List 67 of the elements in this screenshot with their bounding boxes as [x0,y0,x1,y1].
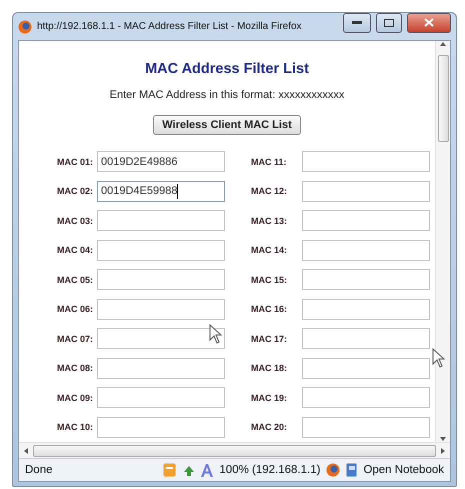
mac-input-field[interactable] [302,328,430,349]
wireless-client-list-button[interactable]: Wireless Client MAC List [153,115,301,135]
field-label: MAC 05: [57,274,94,284]
note-icon[interactable] [163,463,176,477]
mac-input-field[interactable] [302,269,430,290]
scroll-right-icon[interactable] [440,448,446,454]
mac-input-field[interactable] [302,416,430,438]
mac-input-field[interactable] [97,240,225,260]
field-label: MAC 15: [251,274,288,284]
mouse-pointer-icon [209,324,222,344]
status-text: Done [25,464,54,476]
mac-input-field[interactable] [302,210,430,231]
mac-input-field[interactable] [302,240,430,260]
field-label: MAC 03: [57,216,94,226]
mac-input-field[interactable] [302,151,430,172]
mac-input-field[interactable] [302,358,430,378]
mac-input-field[interactable] [97,387,225,408]
field-label: MAC 11: [251,156,288,166]
mac-input-field[interactable] [97,269,225,290]
page-heading: MAC Address Filter List [145,61,309,77]
zoom-status[interactable]: 100% (192.168.1.1) [219,464,320,476]
minimize-icon [352,21,362,24]
horizontal-scrollbar[interactable] [19,442,450,458]
window-title: http://192.168.1.1 - MAC Address Filter List - Mozilla Firefox [37,21,303,32]
firefox-icon[interactable] [326,463,340,477]
instruction-text: Enter MAC Address in this format: xxxxxxxxxxxx [110,89,344,101]
mac-input-field[interactable] [302,298,430,320]
mac-input-field[interactable] [97,328,225,349]
vertical-scrollbar[interactable] [435,41,450,442]
close-icon [424,18,434,27]
mac-input-field[interactable] [97,210,225,231]
open-notebook-link[interactable]: Open Notebook [363,464,444,476]
field-label: MAC 16: [251,304,288,314]
mac-input-field[interactable] [97,298,225,320]
field-label: MAC 19: [251,392,288,402]
mac-input-field[interactable] [97,358,225,378]
notebook-icon[interactable] [346,463,358,477]
field-label: MAC 20: [251,422,288,432]
mouse-pointer-icon [432,348,445,368]
mac-input-field[interactable] [302,180,430,202]
field-label: MAC 09: [57,392,94,402]
field-label: MAC 08: [57,363,94,373]
maximize-icon [384,18,394,26]
scroll-thumb[interactable] [438,55,448,142]
field-label: MAC 01: [57,156,94,166]
letter-a-icon[interactable] [201,464,214,476]
field-label: MAC 07: [57,334,94,344]
field-label: MAC 02: [57,186,94,196]
field-label: MAC 04: [57,245,94,255]
minimize-button[interactable] [343,12,371,32]
scroll-thumb[interactable] [33,444,436,456]
field-label: MAC 06: [57,304,94,314]
mac-input-field[interactable] [97,416,225,438]
mac-input-field[interactable]: 0019D2E49886 [97,151,225,172]
field-label: MAC 14: [251,245,288,255]
field-label: MAC 18: [251,363,288,373]
mac-input-field[interactable] [302,387,430,408]
firefox-icon [18,20,32,34]
mac-input-field[interactable]: 0019D4E59988 [97,180,225,202]
field-label: MAC 17: [251,334,288,344]
maximize-button[interactable] [376,12,402,32]
field-label: MAC 13: [251,216,288,226]
scroll-left-icon[interactable] [23,448,29,454]
field-label: MAC 10: [57,422,94,432]
field-label: MAC 12: [251,186,288,196]
close-button[interactable] [407,12,451,32]
scroll-up-icon[interactable] [440,41,446,47]
